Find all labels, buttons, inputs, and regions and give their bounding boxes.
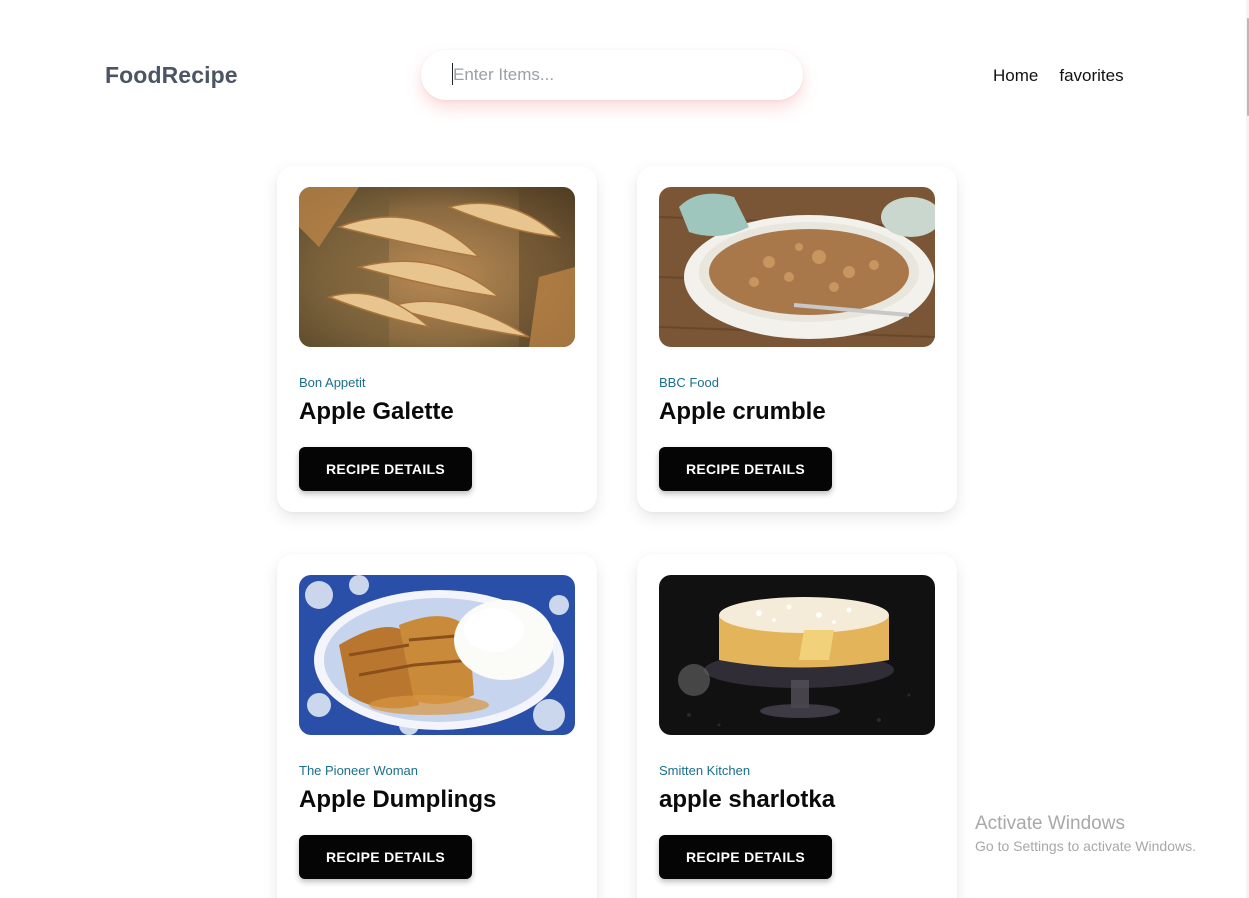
activate-windows-subtitle: Go to Settings to activate Windows.: [975, 838, 1196, 854]
recipe-publisher: Bon Appetit: [299, 375, 366, 390]
recipe-publisher: The Pioneer Woman: [299, 763, 418, 778]
main-nav: Home favorites: [993, 66, 1124, 86]
recipe-image: [659, 187, 935, 347]
recipe-image: [299, 575, 575, 735]
apple-crumble-photo: [659, 187, 935, 347]
recipe-details-button[interactable]: RECIPE DETAILS: [299, 835, 472, 879]
recipe-card: Bon Appetit Apple Galette RECIPE DETAILS: [277, 166, 597, 512]
recipe-title: Apple Dumplings: [299, 786, 497, 813]
recipe-details-button[interactable]: RECIPE DETAILS: [299, 447, 472, 491]
recipe-title: Apple Galette: [299, 398, 454, 425]
brand-logo[interactable]: FoodRecipe: [105, 62, 238, 89]
text-cursor: [452, 63, 453, 85]
recipe-details-button[interactable]: RECIPE DETAILS: [659, 835, 832, 879]
apple-dumplings-photo: [299, 575, 575, 735]
recipe-publisher: BBC Food: [659, 375, 719, 390]
nav-favorites-link[interactable]: favorites: [1059, 66, 1123, 86]
apple-galette-photo: [299, 187, 575, 347]
recipe-title: Apple crumble: [659, 398, 826, 425]
recipe-card: BBC Food Apple crumble RECIPE DETAILS: [637, 166, 957, 512]
recipe-card: The Pioneer Woman Apple Dumplings RECIPE…: [277, 554, 597, 898]
recipe-card: Smitten Kitchen apple sharlotka RECIPE D…: [637, 554, 957, 898]
apple-sharlotka-photo: [659, 575, 935, 735]
search-input[interactable]: [451, 62, 771, 88]
nav-home-link[interactable]: Home: [993, 66, 1038, 86]
recipe-details-button[interactable]: RECIPE DETAILS: [659, 447, 832, 491]
activate-windows-title: Activate Windows: [975, 813, 1125, 834]
page: FoodRecipe Home favorites: [0, 0, 1249, 898]
recipe-image: [299, 187, 575, 347]
recipe-publisher: Smitten Kitchen: [659, 763, 751, 778]
recipe-title: apple sharlotka: [659, 786, 836, 813]
recipe-image: [659, 575, 935, 735]
search-box[interactable]: [421, 50, 803, 100]
